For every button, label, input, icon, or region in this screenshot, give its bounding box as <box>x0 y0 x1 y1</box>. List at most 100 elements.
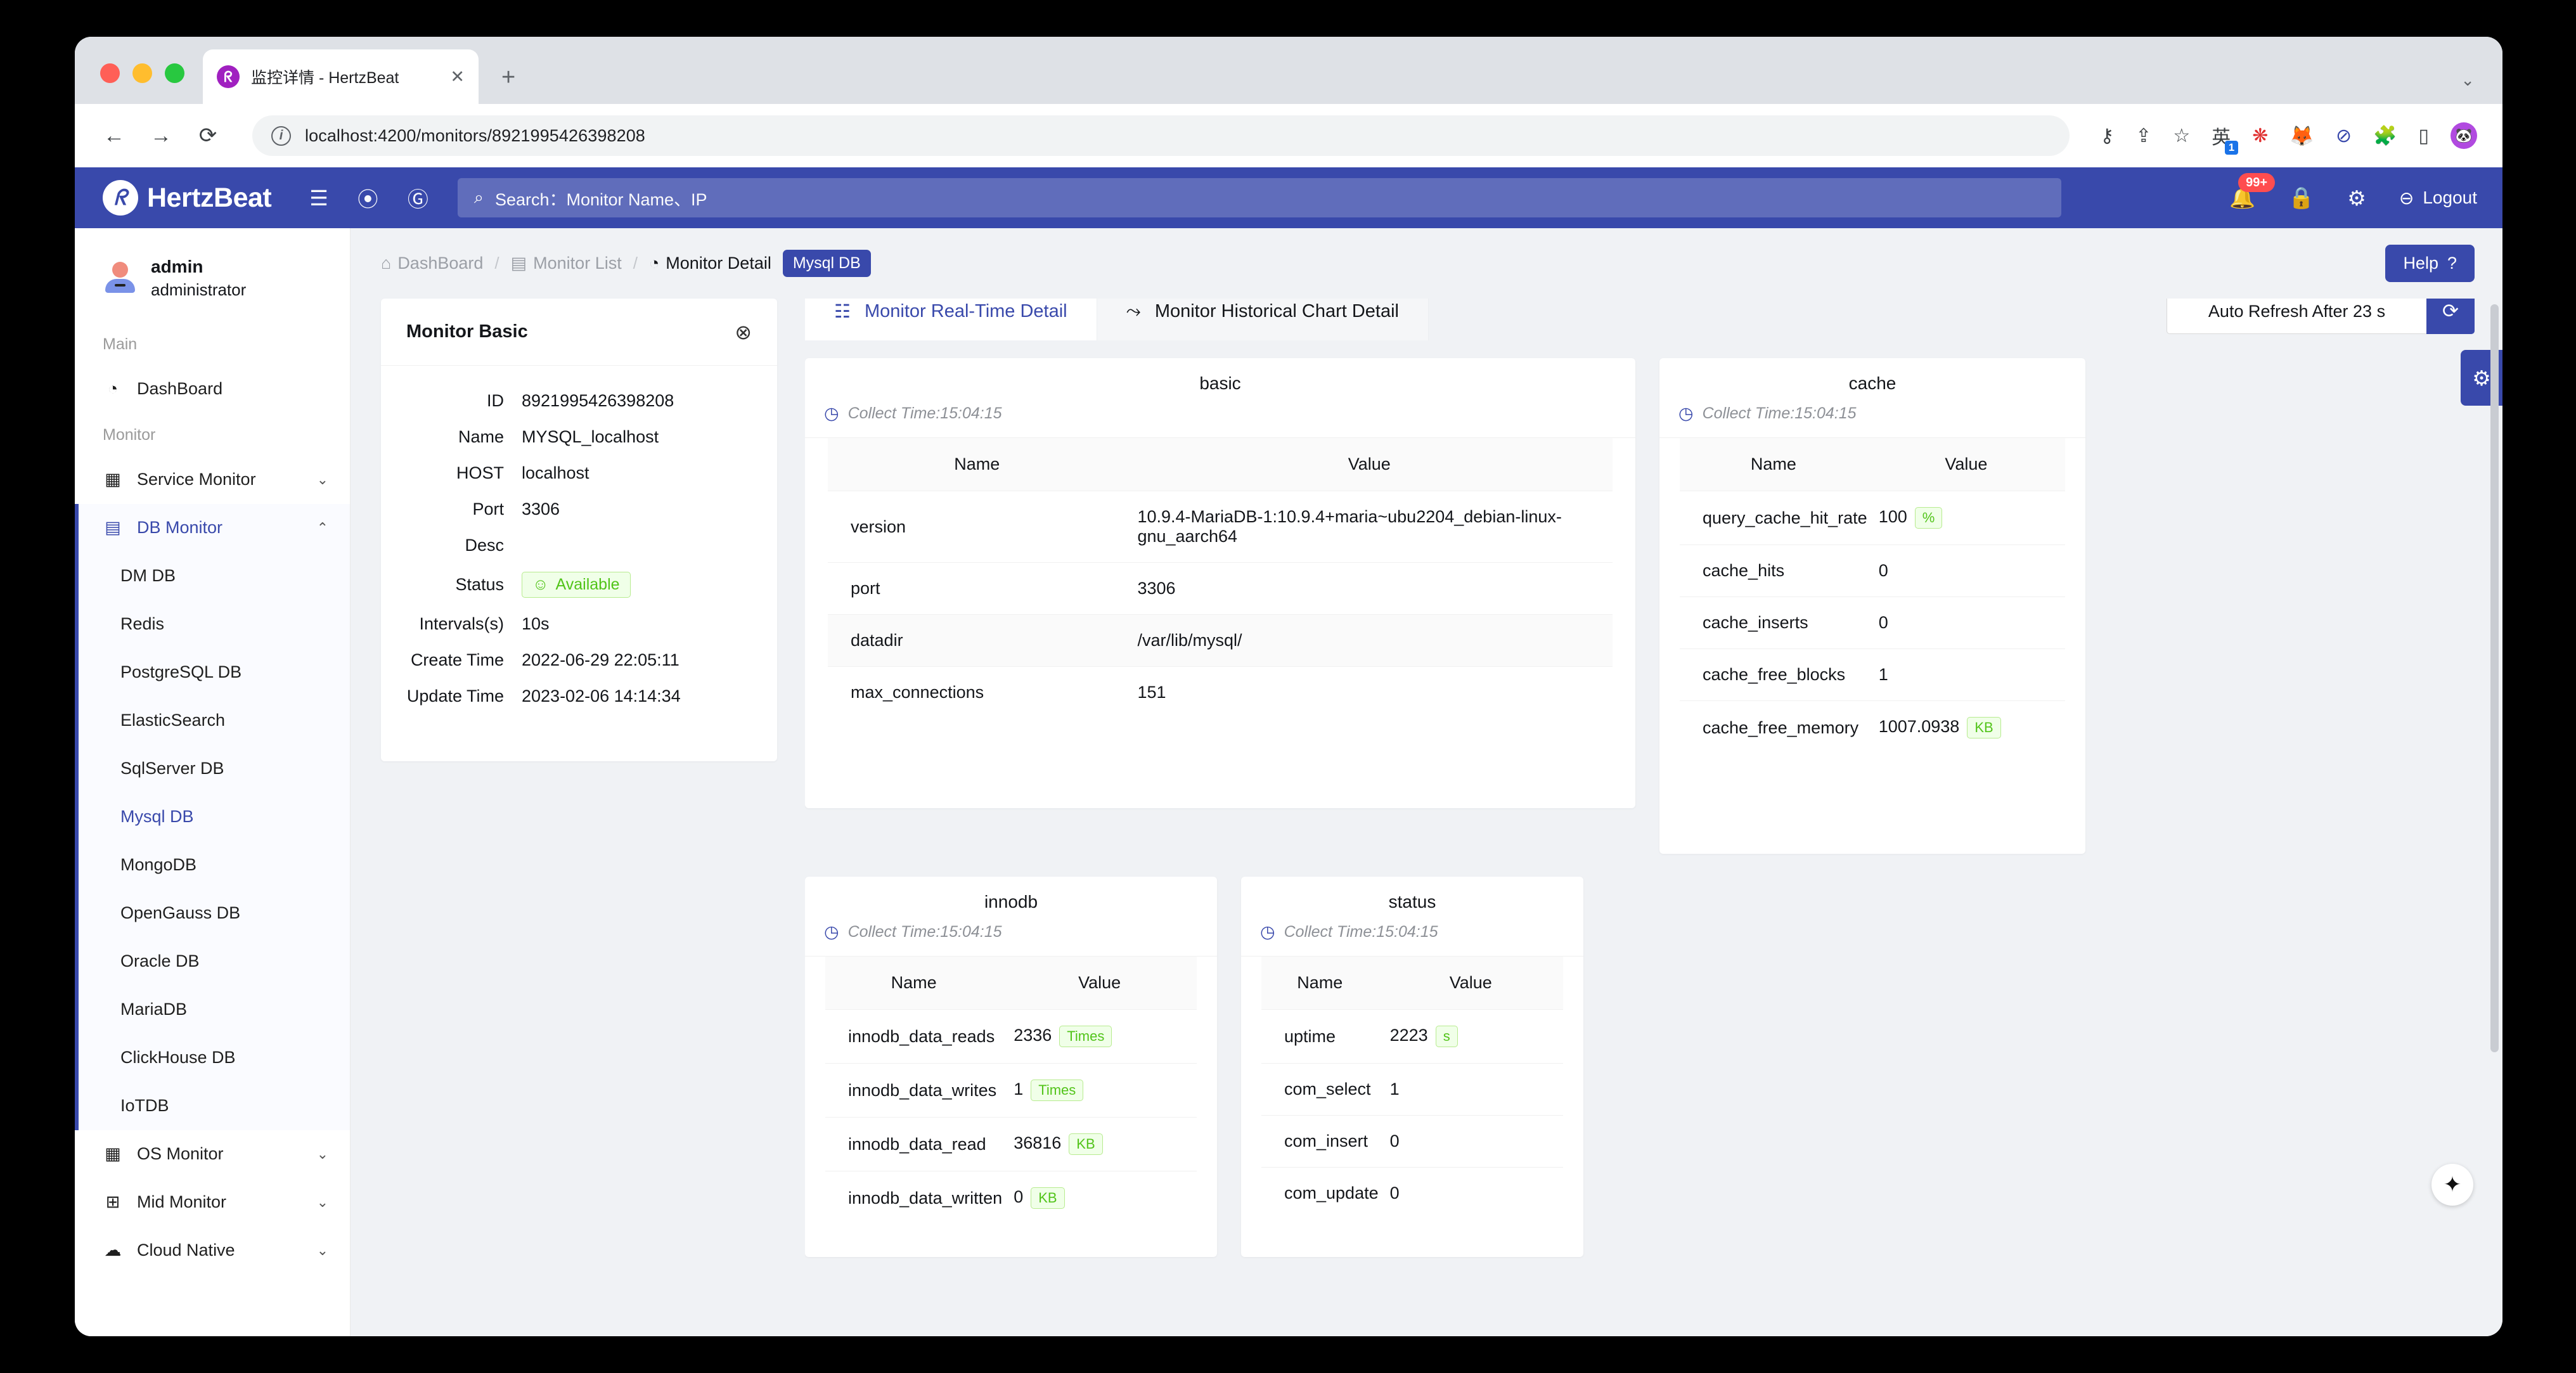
column-header-name: Name <box>1261 957 1379 1010</box>
metric-value: /var/lib/mysql/ <box>1126 614 1613 667</box>
tab-monitor-historical-chart-detail[interactable]: ⤳ Monitor Historical Chart Detail <box>1097 299 1429 340</box>
firefox-icon[interactable]: 🦊 <box>2289 124 2314 148</box>
field-value: localhost <box>522 463 589 482</box>
field-intervals: Intervals(s) 10s <box>381 614 750 634</box>
grid-icon: ▦ <box>105 470 121 489</box>
field-value: 3306 <box>522 500 560 519</box>
sidebar-item-dashboard[interactable]: ◔ DashBoard <box>75 365 350 413</box>
sidebar-item-db-monitor[interactable]: ▤ DB Monitor ⌃ <box>79 503 350 552</box>
close-circle-icon[interactable]: ⊗ <box>735 320 752 344</box>
translate-badge: 1 <box>2224 141 2239 155</box>
sidebar-item-os-monitor[interactable]: ▦ OS Monitor ⌄ <box>75 1130 350 1178</box>
browser-toolbar: ← → ⟳ i localhost:4200/monitors/89219954… <box>75 104 2502 167</box>
new-tab-button[interactable]: + <box>501 64 515 91</box>
minimize-window-button[interactable] <box>132 63 152 83</box>
sidebar-item-label: Service Monitor <box>137 470 256 489</box>
sidebar-icon[interactable]: ▯ <box>2418 125 2429 147</box>
puzzle-extensions-icon[interactable]: 🧩 <box>2373 125 2397 147</box>
search-input[interactable]: ⌕ Search：Monitor Name、IP <box>457 178 2061 217</box>
github-icon[interactable]: ⦿ <box>357 183 378 213</box>
close-window-button[interactable] <box>100 63 120 83</box>
menu-collapse-icon[interactable]: ☰ <box>309 186 328 210</box>
sidebar-item-mid-monitor[interactable]: ⊞ Mid Monitor ⌄ <box>75 1178 350 1227</box>
metric-name: com_select <box>1261 1063 1379 1116</box>
sidebar-item-mongodb[interactable]: MongoDB <box>79 841 350 889</box>
refresh-button[interactable]: ⟳ <box>2426 299 2475 334</box>
sidebar-item-service-monitor[interactable]: ▦ Service Monitor ⌄ <box>75 456 350 504</box>
logout-icon: ⊖ <box>2399 188 2414 208</box>
share-icon[interactable]: ⇪ <box>2135 125 2151 147</box>
site-info-icon[interactable]: i <box>271 126 291 146</box>
metric-card-basic: basic ◷ Collect Time:15:04:15 Name Value… <box>805 358 1635 808</box>
gitee-icon[interactable]: Ⓖ <box>408 183 428 213</box>
sidebar-item-mysql-db[interactable]: Mysql DB <box>79 793 350 841</box>
auto-refresh-status[interactable]: Auto Refresh After 23 s <box>2167 299 2426 334</box>
column-header-value: Value <box>1867 438 2065 491</box>
maximize-window-button[interactable] <box>165 63 184 83</box>
sidebar-item-sqlserver-db[interactable]: SqlServer DB <box>79 745 350 793</box>
breadcrumb-item-monitor-list[interactable]: ▤ Monitor List <box>511 254 622 273</box>
key-icon[interactable]: ⚷ <box>2100 125 2114 147</box>
field-value: 2022-06-29 22:05:11 <box>522 650 679 669</box>
table-row: cache_inserts 0 <box>1680 596 2065 649</box>
search-placeholder: Search：Monitor Name、IP <box>494 190 707 209</box>
reload-icon[interactable]: ⟳ <box>194 123 222 148</box>
sidebar-item-redis[interactable]: Redis <box>79 600 350 648</box>
clock-icon: ◷ <box>1260 922 1275 941</box>
dashboard-icon: ◔ <box>107 379 119 399</box>
table-row: datadir /var/lib/mysql/ <box>828 614 1613 667</box>
sidebar-item-opengauss-db[interactable]: OpenGauss DB <box>79 889 350 938</box>
sidebar-item-clickhouse-db[interactable]: ClickHouse DB <box>79 1034 350 1082</box>
close-icon[interactable]: ✕ <box>450 67 465 87</box>
chevron-down-icon[interactable]: ⌄ <box>2461 70 2475 90</box>
sidebar-item-mariadb[interactable]: MariaDB <box>79 986 350 1034</box>
sidebar-item-elasticsearch[interactable]: ElasticSearch <box>79 697 350 745</box>
field-id: ID 8921995426398208 <box>381 391 750 411</box>
table-row: cache_free_blocks 1 <box>1680 648 2065 701</box>
field-port: Port 3306 <box>381 500 750 519</box>
tab-monitor-real-time-detail[interactable]: ☷ Monitor Real-Time Detail <box>805 299 1097 340</box>
breadcrumb-item-dashboard[interactable]: ⌂ DashBoard <box>381 254 483 273</box>
metric-value: 0 <box>1867 545 2065 597</box>
field-label: ID <box>487 391 504 410</box>
metric-table-wrap: Name Value version 10.9.4-MariaDB-1:10.9… <box>805 438 1635 718</box>
collect-time-label: Collect Time:15:04:15 <box>847 923 1002 941</box>
sidebar-item-dm-db[interactable]: DM DB <box>79 552 350 600</box>
sidebar-item-cloud-native[interactable]: ☁ Cloud Native ⌄ <box>75 1227 350 1275</box>
table-row: innodb_data_reads 2336 Times <box>825 1009 1197 1064</box>
bookmark-star-icon[interactable]: ☆ <box>2173 125 2190 147</box>
brand[interactable]: ᖇ HertzBeat <box>103 180 272 216</box>
sidebar-item-iotdb[interactable]: IoTDB <box>79 1082 350 1130</box>
forward-icon[interactable]: → <box>147 124 175 148</box>
sidebar-item-oracle-db[interactable]: Oracle DB <box>79 938 350 986</box>
column-header-value: Value <box>1002 957 1197 1010</box>
profile-avatar-icon[interactable]: 🐼 <box>2450 122 2477 149</box>
browser-tab[interactable]: ᖇ 监控详情 - HertzBeat ✕ <box>203 49 479 104</box>
address-bar[interactable]: i localhost:4200/monitors/89219954263982… <box>252 115 2070 156</box>
metric-table: Name Value query_cache_hit_rate 100% cac… <box>1680 438 2065 754</box>
notifications-button[interactable]: 🔔 99+ <box>2229 172 2276 210</box>
clock-icon: ◷ <box>1678 404 1694 423</box>
metric-table: Name Value innodb_data_reads 2336 Times <box>825 957 1197 1225</box>
extension-red-icon[interactable]: ❋ <box>2252 125 2268 147</box>
unit-badge: KB <box>1069 1133 1103 1155</box>
sidebar-item-label: DB Monitor <box>137 518 223 538</box>
collect-time: ◷ Collect Time:15:04:15 <box>1659 404 2085 423</box>
metric-table: Name Value version 10.9.4-MariaDB-1:10.9… <box>828 438 1613 718</box>
monitor-basic-header: Monitor Basic ⊗ <box>381 299 777 366</box>
smile-icon: ☺ <box>532 576 549 593</box>
user-profile[interactable]: admin administrator <box>75 228 350 323</box>
table-header-row: Name Value <box>1261 957 1563 1010</box>
sidebar-item-postgresql-db[interactable]: PostgreSQL DB <box>79 648 350 697</box>
help-button[interactable]: Help ? <box>2385 245 2475 282</box>
metric-value: 2336 Times <box>1002 1009 1197 1064</box>
lock-icon[interactable]: 🔒 <box>2288 186 2314 210</box>
logout-button[interactable]: ⊖ Logout <box>2399 188 2477 209</box>
sidebar-item-label: Cloud Native <box>137 1241 235 1260</box>
adblock-icon[interactable]: ⊘ <box>2336 125 2352 147</box>
back-icon[interactable]: ← <box>100 124 128 148</box>
translate-icon[interactable]: 英1 <box>2212 122 2239 155</box>
vertical-scrollbar[interactable] <box>2490 304 2499 1052</box>
monitor-basic-fields: ID 8921995426398208 Name MYSQL_localhost… <box>381 366 777 706</box>
gear-icon[interactable]: ⚙ <box>2347 186 2366 210</box>
